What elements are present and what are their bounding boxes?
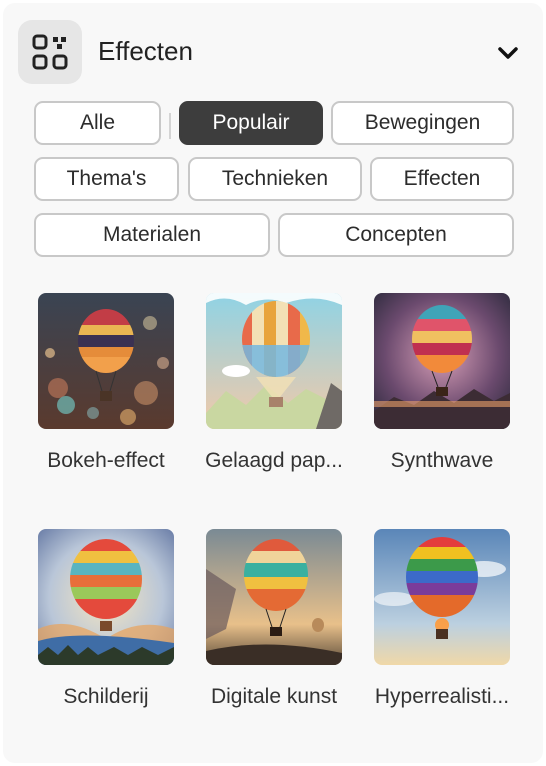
filter-chip-label: Effecten [403,167,481,190]
filter-chip-effecten[interactable]: Effecten [370,157,514,201]
panel-title: Effecten [98,36,193,66]
effect-card-hyperrealistisch[interactable]: Hyperrealisti... [374,529,510,708]
effect-label: Hyperrealisti... [374,685,510,708]
effect-label: Gelaagd pap... [205,449,343,472]
chip-divider [169,113,171,139]
effect-thumbnail [206,293,342,429]
effect-label: Schilderij [63,685,149,708]
filter-chip-label: Alle [79,111,116,134]
filter-chip-themas[interactable]: Thema's [34,157,179,201]
effect-thumbnail [374,529,510,665]
filter-chip-alle[interactable]: Alle [34,101,161,145]
filter-chip-label: Materialen [102,223,202,246]
filter-chip-materialen[interactable]: Materialen [34,213,270,257]
effect-label: Synthwave [390,449,494,472]
effect-thumbnail [38,293,174,429]
effect-card-gelaagd-papier[interactable]: Gelaagd pap... [205,293,343,472]
filter-chip-label: Bewegingen [364,111,481,134]
effect-thumbnail [206,529,342,665]
filter-chip-label: Thema's [66,167,147,190]
effect-label: Digitale kunst [210,685,338,708]
filter-chip-technieken[interactable]: Technieken [188,157,362,201]
effect-thumbnail [374,293,510,429]
effect-card-digitale-kunst[interactable]: Digitale kunst [206,529,342,708]
chevron-down-icon[interactable] [496,41,520,65]
filter-chip-populair[interactable]: Populair [179,101,323,145]
filter-chip-label: Concepten [345,223,447,246]
filter-chip-label: Technieken [221,167,329,190]
effect-label: Bokeh-effect [47,449,165,472]
effect-card-bokeh[interactable]: Bokeh-effect [38,293,174,472]
effects-grid-icon [18,20,82,84]
effect-thumbnail [38,529,174,665]
filter-chip-bewegingen[interactable]: Bewegingen [331,101,514,145]
filter-chip-label: Populair [212,111,290,134]
panel-header[interactable]: Effecten [3,3,543,103]
effects-panel: Effecten Alle Populair Bewegingen Thema'… [3,3,543,763]
effect-card-schilderij[interactable]: Schilderij [38,529,174,708]
effect-card-synthwave[interactable]: Synthwave [374,293,510,472]
filter-chip-concepten[interactable]: Concepten [278,213,514,257]
